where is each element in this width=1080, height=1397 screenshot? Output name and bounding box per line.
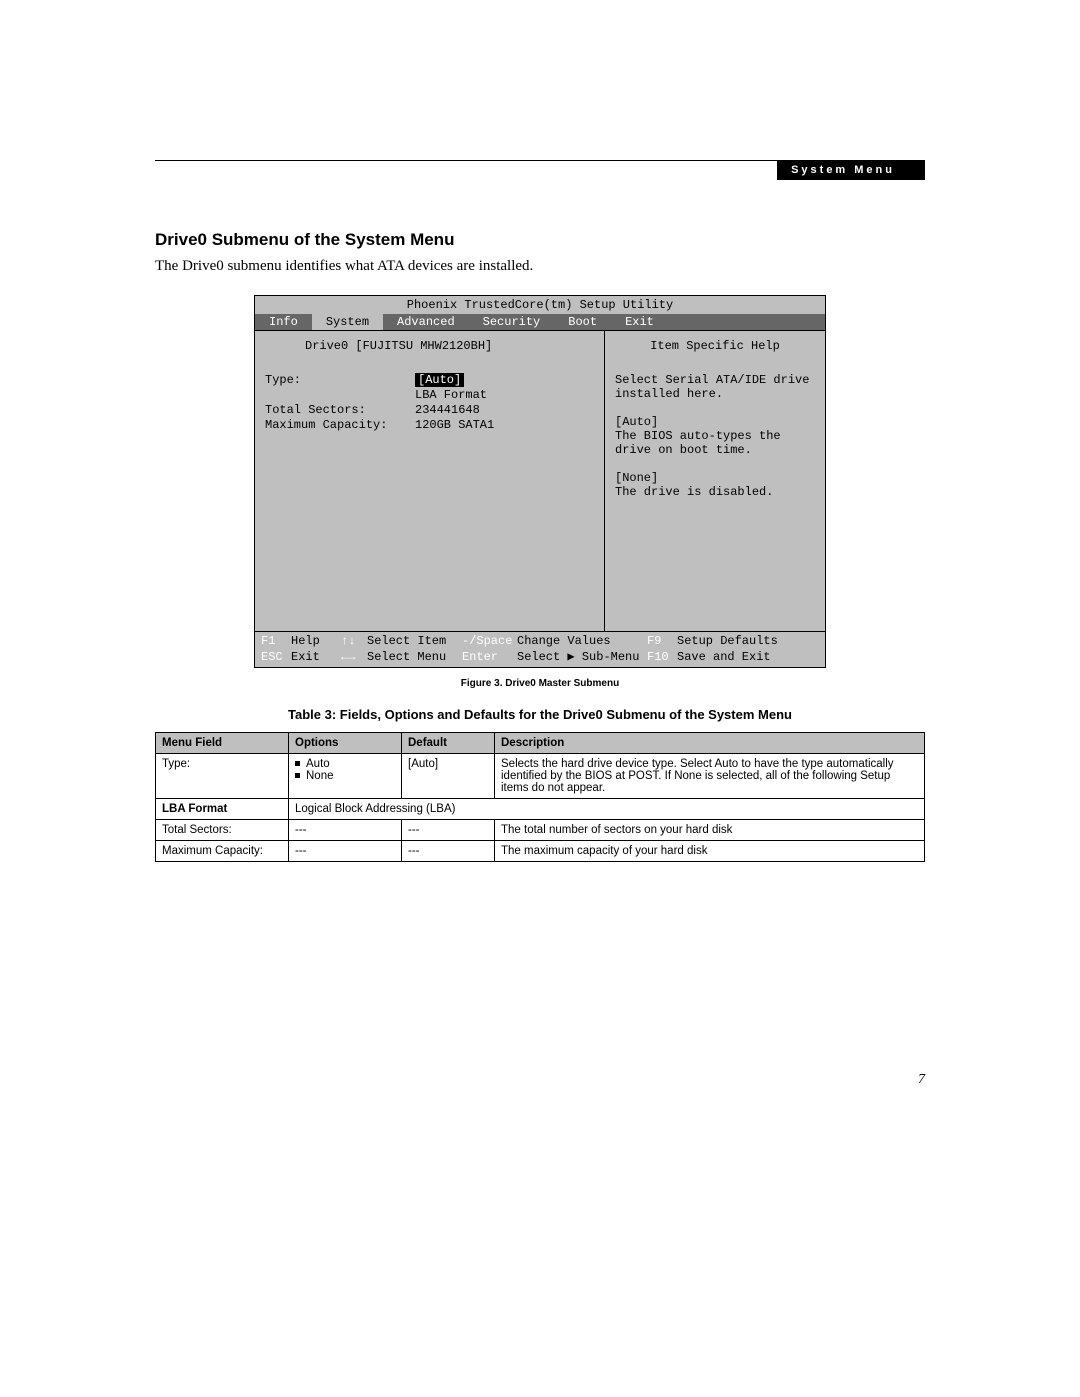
page-number: 7 <box>155 1072 925 1088</box>
act-help: Help <box>291 634 341 650</box>
option-bullet: Auto <box>295 758 395 770</box>
bios-tab-system[interactable]: System <box>312 314 383 330</box>
cell-desc: Logical Block Addressing (LBA) <box>289 799 925 820</box>
act-select-menu: Select Menu <box>367 650 462 666</box>
section-intro: The Drive0 submenu identifies what ATA d… <box>155 258 925 275</box>
bios-type-label: Type: <box>265 373 415 387</box>
act-change-values: Change Values <box>517 634 647 650</box>
cell-options: --- <box>289 841 402 862</box>
act-setup-defaults: Setup Defaults <box>677 634 819 650</box>
key-enter: Enter <box>462 650 517 666</box>
bios-help-p2a: [Auto] <box>615 415 815 429</box>
table-row: Type: Auto None [Auto] Selects the hard … <box>156 754 925 799</box>
key-space: -/Space <box>462 634 517 650</box>
bios-help-p1: Select Serial ATA/IDE drive installed he… <box>615 373 815 401</box>
th-default: Default <box>402 733 495 754</box>
bios-tab-advanced[interactable]: Advanced <box>383 314 469 330</box>
bios-tab-bar: Info System Advanced Security Boot Exit <box>255 314 825 330</box>
key-leftright: ←→ <box>341 650 367 666</box>
blank <box>265 388 415 402</box>
th-options: Options <box>289 733 402 754</box>
bios-capacity-value: 120GB SATA1 <box>415 418 594 432</box>
bios-help-p2b: The BIOS auto-types the drive on boot ti… <box>615 429 815 457</box>
cell-default: --- <box>402 841 495 862</box>
bios-type-value[interactable]: [Auto] <box>415 373 464 387</box>
bios-tab-exit[interactable]: Exit <box>611 314 668 330</box>
figure-caption: Figure 3. Drive0 Master Submenu <box>155 678 925 689</box>
page: System Menu Drive0 Submenu of the System… <box>0 0 1080 1148</box>
cell-field: Type: <box>156 754 289 799</box>
bios-help-p3a: [None] <box>615 471 815 485</box>
th-field: Menu Field <box>156 733 289 754</box>
bios-screenshot: Phoenix TrustedCore(tm) Setup Utility In… <box>254 295 826 668</box>
option-bullet: None <box>295 770 395 782</box>
key-f10: F10 <box>647 650 677 666</box>
bios-help-title: Item Specific Help <box>615 339 815 353</box>
key-updown: ↑↓ <box>341 634 367 650</box>
cell-default: [Auto] <box>402 754 495 799</box>
bios-tab-boot[interactable]: Boot <box>554 314 611 330</box>
cell-field: Total Sectors: <box>156 820 289 841</box>
table-row: Maximum Capacity: --- --- The maximum ca… <box>156 841 925 862</box>
table-row: Total Sectors: --- --- The total number … <box>156 820 925 841</box>
key-f1: F1 <box>261 634 291 650</box>
act-save-exit: Save and Exit <box>677 650 819 666</box>
cell-desc: The maximum capacity of your hard disk <box>495 841 925 862</box>
act-exit: Exit <box>291 650 341 666</box>
cell-options: Auto None <box>289 754 402 799</box>
act-select-item: Select Item <box>367 634 462 650</box>
act-select-sub: Select ▶ Sub-Menu <box>517 650 647 666</box>
section-title: Drive0 Submenu of the System Menu <box>155 230 925 250</box>
bios-sectors-label: Total Sectors: <box>265 403 415 417</box>
cell-default: --- <box>402 820 495 841</box>
cell-desc: The total number of sectors on your hard… <box>495 820 925 841</box>
bios-sectors-value: 234441648 <box>415 403 594 417</box>
bios-help-p3b: The drive is disabled. <box>615 485 815 499</box>
key-esc: ESC <box>261 650 291 666</box>
bios-lba-label: LBA Format <box>415 388 594 402</box>
fields-table: Menu Field Options Default Description T… <box>155 732 925 862</box>
bios-tab-security[interactable]: Security <box>469 314 555 330</box>
table-row: LBA Format Logical Block Addressing (LBA… <box>156 799 925 820</box>
bios-capacity-label: Maximum Capacity: <box>265 418 415 432</box>
key-f9: F9 <box>647 634 677 650</box>
cell-options: --- <box>289 820 402 841</box>
bios-tab-info[interactable]: Info <box>255 314 312 330</box>
table-title: Table 3: Fields, Options and Defaults fo… <box>155 707 925 722</box>
header-breadcrumb: System Menu <box>777 160 925 180</box>
bios-help-panel: Item Specific Help Select Serial ATA/IDE… <box>605 331 825 631</box>
bios-utility-title: Phoenix TrustedCore(tm) Setup Utility <box>255 296 825 314</box>
bios-footer: F1 Help ↑↓ Select Item -/Space Change Va… <box>255 632 825 667</box>
cell-desc: Selects the hard drive device type. Sele… <box>495 754 925 799</box>
bios-sub-title: Drive0 [FUJITSU MHW2120BH] <box>265 339 594 353</box>
th-description: Description <box>495 733 925 754</box>
cell-field: Maximum Capacity: <box>156 841 289 862</box>
cell-field: LBA Format <box>156 799 289 820</box>
bios-left-panel: Drive0 [FUJITSU MHW2120BH] Type: [Auto] … <box>255 331 605 631</box>
